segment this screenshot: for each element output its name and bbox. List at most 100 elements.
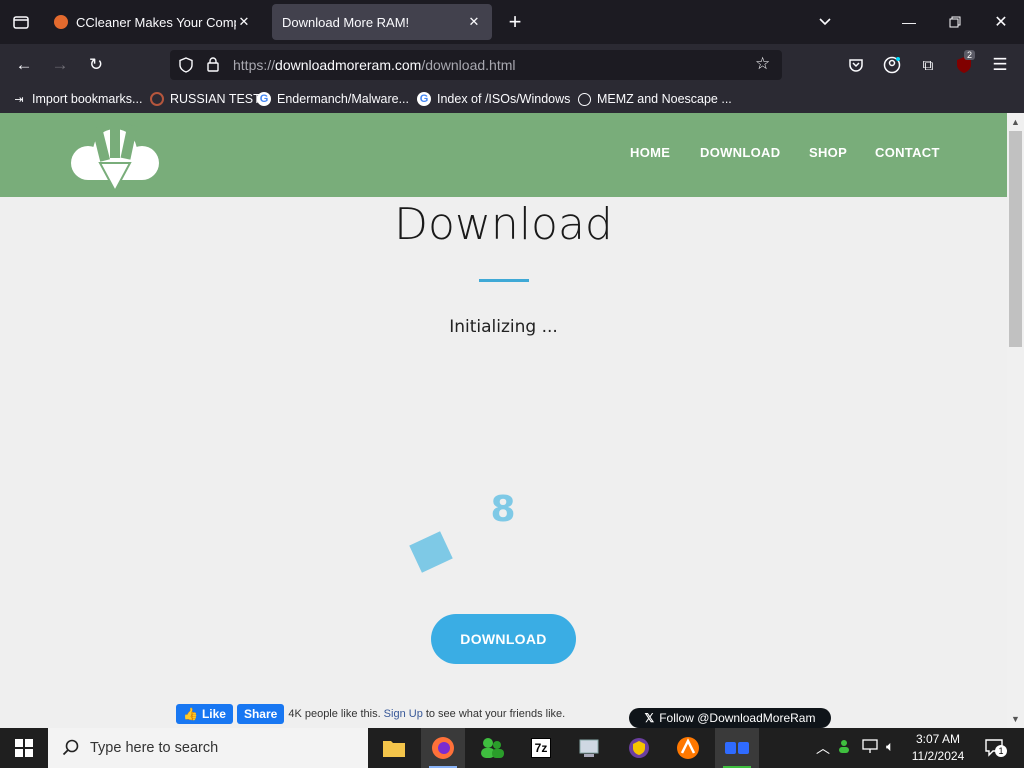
url-text[interactable]: https://downloadmoreram.com/download.htm… bbox=[233, 57, 516, 73]
shield-icon bbox=[629, 738, 649, 758]
bookmark-russian-test[interactable]: RUSSIAN TEST bbox=[150, 90, 261, 108]
address-bar[interactable]: https://downloadmoreram.com/download.htm… bbox=[170, 50, 782, 80]
facebook-like-button[interactable]: 👍 Like bbox=[176, 704, 233, 724]
x-logo-icon: 𝕏 bbox=[644, 711, 655, 725]
facebook-suffix-text: to see what your friends like. bbox=[425, 708, 566, 720]
tab-title: Download More RAM! bbox=[282, 14, 410, 30]
avast-icon bbox=[677, 737, 699, 759]
pocket-icon bbox=[849, 59, 863, 72]
bookmark-isos-windows[interactable]: G Index of /ISOs/Windows bbox=[417, 90, 570, 108]
download-more-ram-logo[interactable] bbox=[70, 119, 160, 193]
extensions-button[interactable]: ⧉ bbox=[914, 52, 942, 78]
taskbar-clock[interactable]: 3:07 AM 11/2/2024 bbox=[906, 731, 970, 765]
title-divider bbox=[479, 279, 529, 282]
ccleaner-favicon-icon bbox=[54, 15, 68, 29]
computer-icon bbox=[579, 739, 599, 757]
taskbar-avast[interactable] bbox=[666, 728, 710, 768]
close-icon[interactable]: ✕ bbox=[466, 14, 482, 30]
page-title: Download bbox=[394, 199, 613, 250]
download-button[interactable]: DOWNLOAD bbox=[431, 614, 576, 664]
google-icon: G bbox=[257, 92, 271, 106]
twitter-follow-button[interactable]: 𝕏 Follow @DownloadMoreRam bbox=[629, 708, 831, 728]
thumbs-up-icon: 👍 bbox=[183, 707, 198, 721]
google-icon: G bbox=[417, 92, 431, 106]
bookmark-memz[interactable]: MEMZ and Noescape ... bbox=[578, 90, 732, 108]
chevron-up-icon[interactable]: ︿ bbox=[816, 738, 830, 758]
volume-icon[interactable]: 🔈︎ bbox=[886, 738, 894, 755]
facebook-signup-link[interactable]: Sign Up bbox=[384, 708, 423, 720]
star-icon[interactable]: ☆ bbox=[755, 54, 770, 74]
restore-icon bbox=[949, 16, 961, 28]
tab-list-icon bbox=[13, 16, 29, 29]
back-button[interactable]: ← bbox=[10, 52, 38, 78]
bookmark-favicon-icon bbox=[150, 92, 164, 106]
taskbar-search-box[interactable]: Type here to search bbox=[48, 728, 368, 768]
tray-users-icon[interactable] bbox=[838, 738, 854, 757]
globe-icon bbox=[578, 92, 591, 106]
facebook-like-widget: 👍 Like Share 4K people like this. Sign Up… bbox=[176, 704, 565, 724]
restore-button[interactable] bbox=[932, 0, 978, 44]
7zip-icon: 7z bbox=[530, 738, 552, 758]
menu-button[interactable]: ☰ bbox=[986, 52, 1014, 78]
scroll-thumb[interactable] bbox=[1009, 131, 1022, 347]
tab-list-button[interactable] bbox=[0, 0, 42, 44]
puzzle-icon: ⧉ bbox=[922, 56, 934, 74]
list-all-tabs-button[interactable] bbox=[802, 0, 848, 44]
pocket-button[interactable] bbox=[842, 52, 870, 78]
close-icon: ✕ bbox=[994, 14, 1008, 31]
tab-ccleaner[interactable]: CCleaner Makes Your Computer ✕ bbox=[44, 4, 262, 40]
lock-icon[interactable] bbox=[206, 56, 220, 73]
bookmark-endermanch[interactable]: G Endermanch/Malware... bbox=[257, 90, 409, 108]
chevron-down-icon bbox=[819, 18, 831, 26]
taskbar-app-blue[interactable] bbox=[715, 728, 759, 768]
new-tab-button[interactable]: + bbox=[492, 0, 538, 44]
clock-date: 11/2/2024 bbox=[911, 749, 965, 763]
arrow-left-icon: ← bbox=[15, 55, 33, 74]
account-button[interactable] bbox=[878, 52, 906, 78]
taskbar-file-explorer[interactable] bbox=[372, 728, 416, 768]
windows-taskbar: Type here to search 7z ︿ 🔈︎ 3:07 AM 11/2… bbox=[0, 728, 1024, 768]
taskbar-firefox[interactable] bbox=[421, 728, 465, 768]
scroll-down-arrow-icon[interactable]: ▼ bbox=[1007, 712, 1024, 726]
ram-chip-animation-icon bbox=[409, 531, 453, 573]
close-icon[interactable]: ✕ bbox=[236, 14, 252, 30]
facebook-share-button[interactable]: Share bbox=[236, 704, 285, 724]
minimize-button[interactable]: — bbox=[886, 0, 932, 44]
reload-button[interactable]: ↻ bbox=[82, 52, 110, 78]
forward-button[interactable]: → bbox=[46, 52, 74, 78]
hamburger-menu-icon: ☰ bbox=[992, 55, 1008, 74]
nav-contact-link[interactable]: CONTACT bbox=[875, 145, 940, 160]
close-window-button[interactable]: ✕ bbox=[978, 0, 1024, 44]
download-status-text: Initializing ... bbox=[449, 317, 558, 337]
tab-download-more-ram[interactable]: Download More RAM! ✕ bbox=[272, 4, 492, 40]
download-counter: 8 bbox=[490, 489, 516, 530]
extension-badge: 2 bbox=[964, 50, 976, 60]
site-header: HOME DOWNLOAD SHOP CONTACT bbox=[0, 113, 1007, 197]
firefox-icon bbox=[432, 737, 454, 759]
network-icon[interactable] bbox=[862, 738, 880, 757]
arrow-right-icon: → bbox=[51, 55, 69, 74]
taskbar-users-app[interactable] bbox=[470, 728, 514, 768]
bookmark-import[interactable]: ⇥ Import bookmarks... bbox=[12, 90, 142, 108]
nav-home-link[interactable]: HOME bbox=[630, 145, 670, 160]
import-icon: ⇥ bbox=[14, 93, 24, 106]
scroll-up-arrow-icon[interactable]: ▲ bbox=[1007, 115, 1024, 129]
nav-shop-link[interactable]: SHOP bbox=[809, 145, 847, 160]
start-button[interactable] bbox=[0, 728, 48, 768]
account-icon bbox=[883, 56, 901, 74]
ublock-button[interactable]: 2 bbox=[950, 50, 978, 78]
notifications-icon[interactable]: 1 bbox=[984, 737, 1007, 760]
tracking-protection-shield-icon[interactable] bbox=[178, 57, 194, 73]
web-page: HOME DOWNLOAD SHOP CONTACT Download Init… bbox=[0, 113, 1007, 728]
windows-logo-icon bbox=[15, 739, 33, 757]
taskbar-remote-desktop[interactable] bbox=[568, 728, 612, 768]
vertical-scrollbar[interactable]: ▲ ▼ bbox=[1007, 113, 1024, 728]
taskbar-vpn-app[interactable] bbox=[617, 728, 661, 768]
reload-icon: ↻ bbox=[88, 55, 104, 74]
search-icon bbox=[62, 739, 79, 756]
minimize-icon: — bbox=[902, 14, 916, 30]
nav-download-link[interactable]: DOWNLOAD bbox=[700, 145, 780, 160]
tab-title: CCleaner Makes Your Computer bbox=[76, 14, 236, 30]
taskbar-7zip[interactable]: 7z bbox=[519, 728, 563, 768]
bookmarks-toolbar: ⇥ Import bookmarks... RUSSIAN TEST G Ender… bbox=[0, 85, 1024, 114]
